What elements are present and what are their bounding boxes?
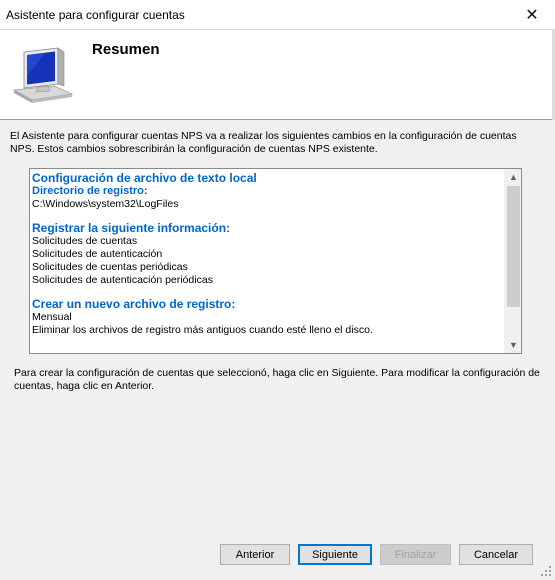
title-bar: Asistente para configurar cuentas ✕ bbox=[0, 0, 555, 30]
log-info-label: Registrar la siguiente información: bbox=[32, 221, 231, 235]
instructions-text: Para crear la configuración de cuentas q… bbox=[14, 367, 540, 392]
finish-button: Finalizar bbox=[380, 544, 451, 565]
log-dir-value: C:\Windows\system32\LogFiles bbox=[32, 198, 179, 210]
close-button[interactable]: ✕ bbox=[509, 0, 555, 30]
list-item: Solicitudes de cuentas periódicas bbox=[32, 261, 188, 273]
list-item: Mensual bbox=[32, 311, 72, 323]
list-item: Solicitudes de autenticación periódicas bbox=[32, 274, 213, 286]
list-item: Solicitudes de cuentas bbox=[32, 235, 138, 247]
summary-scrollbar[interactable]: ▲ ▼ bbox=[504, 169, 521, 353]
scroll-up-icon[interactable]: ▲ bbox=[505, 169, 522, 185]
next-button[interactable]: Siguiente bbox=[298, 544, 372, 565]
log-dir-label: Directorio de registro: bbox=[32, 185, 148, 197]
intro-text: El Asistente para configurar cuentas NPS… bbox=[10, 130, 517, 155]
list-item: Eliminar los archivos de registro más an… bbox=[32, 324, 373, 336]
window-title: Asistente para configurar cuentas bbox=[6, 8, 185, 22]
scroll-down-icon[interactable]: ▼ bbox=[505, 337, 522, 353]
computer-monitor-icon bbox=[12, 47, 74, 103]
cancel-button[interactable]: Cancelar bbox=[459, 544, 533, 565]
list-item: Solicitudes de autenticación bbox=[32, 248, 163, 260]
summary-section-title: Configuración de archivo de texto local bbox=[32, 172, 257, 185]
back-button[interactable]: Anterior bbox=[220, 544, 290, 565]
new-file-label: Crear un nuevo archivo de registro: bbox=[32, 297, 236, 311]
page-title: Resumen bbox=[92, 41, 160, 58]
resize-grip-icon[interactable] bbox=[540, 565, 552, 577]
scroll-thumb[interactable] bbox=[507, 186, 520, 307]
summary-box[interactable]: Configuración de archivo de texto local … bbox=[29, 168, 522, 354]
wizard-header: Resumen bbox=[0, 30, 555, 120]
summary-content: Configuración de archivo de texto local … bbox=[32, 172, 502, 350]
